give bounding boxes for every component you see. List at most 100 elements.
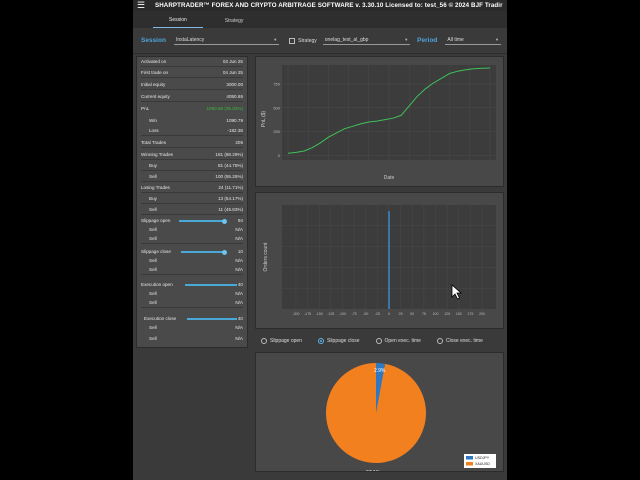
pnl-ytick-label: 500 xyxy=(273,105,280,110)
slippage-close-sell: Sell N/A xyxy=(141,255,243,265)
stats-panel: Activated on 03 Jun 25 First trade on 04 J… xyxy=(136,56,248,348)
radio-label: Close exec. time xyxy=(445,337,483,344)
session-label: Session xyxy=(141,37,166,44)
stat-value: 100 (55.25%) xyxy=(215,174,243,179)
period-select-value: All time xyxy=(447,36,464,43)
pie-chart-panel: 2.9% 97.1% USDJPY XAUUSD xyxy=(255,352,504,472)
hist-xtick-label: 125 xyxy=(444,312,450,316)
execution-open-slider[interactable] xyxy=(185,284,237,286)
execution-close-sell: Sell N/A xyxy=(141,322,243,332)
execution-open-sell: Sell N/A xyxy=(141,288,243,298)
chevron-down-icon: ▼ xyxy=(273,37,278,42)
radio-open-exec-time[interactable]: Open exec. time xyxy=(375,337,421,344)
radio-circle[interactable] xyxy=(375,337,382,344)
stat-label: Sell xyxy=(149,174,157,179)
hist-xtick-label: -150 xyxy=(316,312,323,316)
pnl-ytick-label: 250 xyxy=(273,129,280,134)
pie-legend-label: XAUUSD xyxy=(475,462,490,466)
strategy-checkbox[interactable] xyxy=(289,37,296,44)
stat-value: 4050.65 xyxy=(226,94,243,99)
slippage-open-sell-2: Sell N/A xyxy=(141,234,243,244)
hist-ylabel: Orders count xyxy=(263,242,269,272)
slippage-open-slider[interactable] xyxy=(179,220,225,222)
radio-label: Slippage open xyxy=(270,337,302,344)
hist-xtick-label: -100 xyxy=(339,312,346,316)
stat-label: Sell xyxy=(149,267,157,272)
stat-current-equity: Current equity 4050.65 xyxy=(141,92,243,102)
stat-winning-buy: Buy 81 (44.75%) xyxy=(141,161,243,171)
slider-label: Execution open xyxy=(141,281,173,287)
slider-value: 40 xyxy=(237,281,243,287)
session-select[interactable]: InstaLatency ▼ xyxy=(173,37,280,45)
period-select[interactable]: All time ▼ xyxy=(445,37,501,45)
stat-winning-trades: Winning Trades 181 (88.29%) xyxy=(141,150,243,160)
stat-value: N/A xyxy=(235,226,243,232)
stat-label: Activated on xyxy=(141,59,167,64)
window-title: SHARPTRADER™ FOREX AND CRYPTO ARBITRAGE … xyxy=(155,2,503,9)
stat-losing-trades: Losing Trades 24 (11.71%) xyxy=(141,183,243,193)
stat-label: Sell xyxy=(149,290,157,296)
hist-xtick-label: -125 xyxy=(327,312,334,316)
hist-xtick-label: 75 xyxy=(422,312,426,316)
radio-slippage-open[interactable]: Slippage open xyxy=(261,337,302,344)
radio-circle[interactable] xyxy=(317,337,324,344)
tab-strategy[interactable]: Strategy xyxy=(209,18,260,28)
hist-xtick-label: 0 xyxy=(388,312,390,316)
radio-label: Open exec. time xyxy=(384,337,421,344)
chevron-down-icon: ▼ xyxy=(495,37,499,42)
symbol-pie-chart: 2.9% 97.1% USDJPY XAUUSD xyxy=(325,363,496,471)
stat-label: Current equity xyxy=(141,94,170,99)
hist-xtick-label: -200 xyxy=(292,312,299,316)
stat-value: 1090.79 xyxy=(226,117,243,123)
stat-value: N/A xyxy=(235,267,243,272)
stat-label: Sell xyxy=(149,207,157,212)
hist-xtick-label: 200 xyxy=(479,312,485,316)
stat-label: Sell xyxy=(149,257,157,263)
pie-legend-label: USDJPY xyxy=(475,456,490,460)
stat-value: N/A xyxy=(235,324,243,330)
slippage-close-slider-knob[interactable] xyxy=(222,249,227,255)
stat-label: Buy xyxy=(149,196,157,201)
hist-xtick-label: 50 xyxy=(410,312,414,316)
stat-value: 03 Jun 25 xyxy=(222,59,243,64)
slider-label: Slippage open xyxy=(141,217,171,223)
hist-xtick-label: 175 xyxy=(467,312,473,316)
stat-loss: Loss -182.38 xyxy=(141,126,243,136)
hist-xtick-label: -75 xyxy=(352,312,357,316)
stat-value: 11 (45.83%) xyxy=(218,207,243,212)
stat-value: N/A xyxy=(235,300,243,305)
tab-session[interactable]: Session xyxy=(153,17,203,28)
stat-label: Buy xyxy=(149,163,157,168)
title-bar: ☰ SHARPTRADER™ FOREX AND CRYPTO ARBITRAG… xyxy=(133,0,507,11)
slippage-close-slider[interactable] xyxy=(181,251,225,253)
tab-bar: Session Strategy xyxy=(133,11,507,28)
radio-circle[interactable] xyxy=(261,337,267,344)
radio-circle[interactable] xyxy=(436,337,443,344)
stat-label: PnL xyxy=(141,105,150,111)
slider-value: 10 xyxy=(237,248,243,254)
stat-total-trades: Total Trades 205 xyxy=(141,138,243,148)
radio-close-exec-time[interactable]: Close exec. time xyxy=(436,337,483,344)
pnl-ytick-label: 0 xyxy=(278,153,281,158)
strategy-select[interactable]: onelag_test_al_gbp ▼ xyxy=(322,37,411,45)
hamburger-menu-icon[interactable]: ☰ xyxy=(135,0,147,11)
stat-value: 04 Jun 25 xyxy=(222,70,243,75)
radio-slippage-close[interactable]: Slippage close xyxy=(317,337,360,344)
stat-value: 205 xyxy=(235,140,243,145)
stat-label: Win xyxy=(149,117,157,123)
slider-value: 94 xyxy=(237,217,243,223)
stat-label: Sell xyxy=(149,324,157,330)
stat-label: Sell xyxy=(149,236,157,241)
stat-value: N/A xyxy=(235,290,243,296)
stat-value: 1050.65 (35.02%) xyxy=(206,105,243,111)
execution-close-sell-2: Sell N/A xyxy=(141,333,243,343)
hist-bar xyxy=(388,211,390,309)
histogram-mode-radios: Slippage open Slippage close Open exec. … xyxy=(255,333,504,348)
stat-value: 181 (88.29%) xyxy=(215,152,243,157)
stat-label: First trade on xyxy=(141,70,169,75)
slippage-open-slider-knob[interactable] xyxy=(222,218,227,224)
stat-value: 3000.00 xyxy=(226,82,243,87)
stat-label: Sell xyxy=(149,300,157,305)
execution-close-slider[interactable] xyxy=(187,318,237,320)
stat-losing-sell: Sell 11 (45.83%) xyxy=(141,205,243,215)
